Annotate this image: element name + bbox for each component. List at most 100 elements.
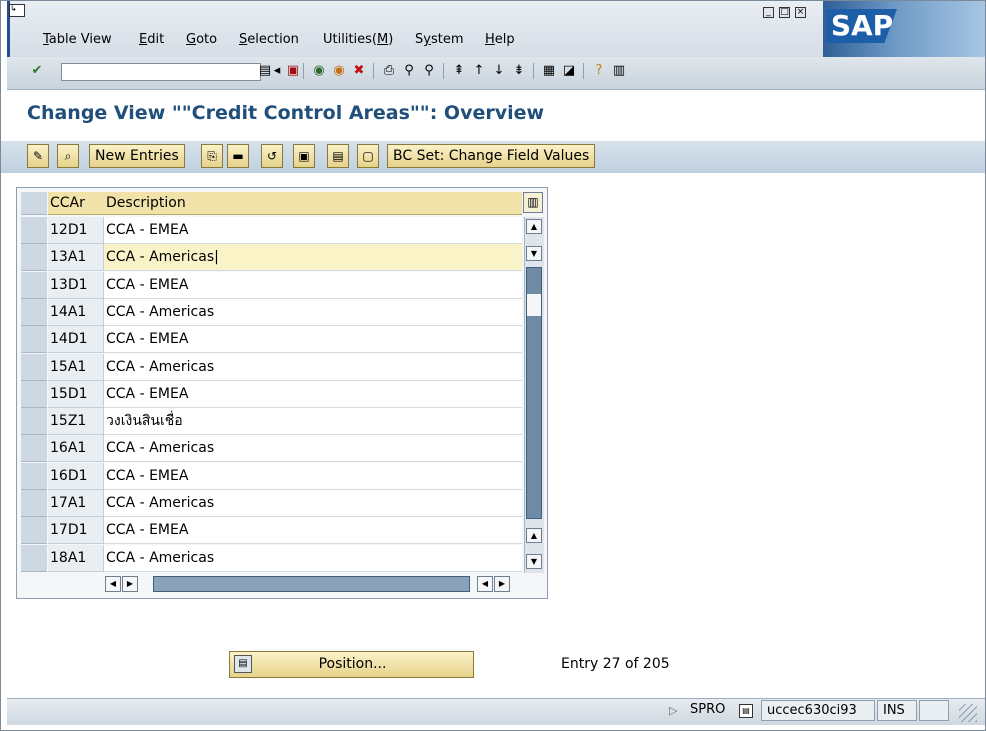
close-icon[interactable]: × <box>795 7 806 18</box>
page-up-icon[interactable]: ▲ <box>526 528 542 543</box>
cell-ccar: 14D1 <box>48 326 104 354</box>
layout-menu-icon[interactable]: ▥ <box>611 63 627 79</box>
menu-system[interactable]: System <box>415 32 464 47</box>
display-change-icon[interactable]: ✎ <box>27 144 49 168</box>
position-button[interactable]: ▤ Position... <box>229 651 474 678</box>
row-selector[interactable] <box>21 435 47 463</box>
cell-description[interactable]: CCA - EMEA <box>104 326 522 354</box>
menu-edit[interactable]: Edit <box>139 32 164 47</box>
status-toggle-icon[interactable]: ▷ <box>669 704 677 717</box>
create-session-icon[interactable]: ▦ <box>541 63 557 79</box>
cell-description[interactable]: CCA - EMEA <box>104 517 522 545</box>
scroll-left-icon[interactable]: ◀ <box>105 576 121 592</box>
cell-ccar: 15A1 <box>48 353 104 381</box>
table-settings-icon[interactable]: ▥ <box>523 192 543 213</box>
print-icon[interactable]: ⎙ <box>381 63 397 79</box>
page-down-icon[interactable]: ▼ <box>526 246 542 261</box>
next-page-icon[interactable]: ↓ <box>491 63 507 79</box>
row-selector[interactable] <box>21 544 47 572</box>
cell-description[interactable]: CCA - EMEA <box>104 217 522 244</box>
help-icon[interactable]: ? <box>591 63 607 79</box>
menu-selection[interactable]: Selection <box>239 32 299 47</box>
maximize-icon[interactable]: □ <box>779 7 790 18</box>
other-view-icon[interactable]: ⌕ <box>57 144 79 168</box>
cell-ccar: 15Z1 <box>48 408 104 436</box>
menu-mnemonic: S <box>239 32 248 47</box>
select-block-icon[interactable]: ▤ <box>327 144 349 168</box>
cell-description[interactable]: CCA - Americas <box>104 298 522 326</box>
horizontal-scrollbar[interactable] <box>153 576 470 592</box>
find-icon[interactable]: ⚲ <box>401 63 417 79</box>
toolbar-separator <box>303 63 304 79</box>
arrow-left-icon[interactable]: ◂ <box>269 63 285 79</box>
cell-description[interactable]: CCA - EMEA <box>104 380 522 408</box>
first-page-icon[interactable]: ⇞ <box>451 63 467 79</box>
row-selector[interactable] <box>21 353 47 381</box>
previous-page-icon[interactable]: ↑ <box>471 63 487 79</box>
menu-mnemonic: E <box>139 32 148 47</box>
select-all-icon[interactable]: ▣ <box>293 144 315 168</box>
back-icon[interactable]: ◉ <box>311 63 327 79</box>
scroll-up-icon[interactable]: ▲ <box>526 219 542 234</box>
sap-window: ↳ Table View Edit Goto Selection Utiliti… <box>0 0 986 731</box>
deselect-all-icon[interactable]: ▢ <box>357 144 379 168</box>
new-entries-button[interactable]: New Entries <box>89 144 185 168</box>
delete-icon[interactable]: ▬ <box>227 144 249 168</box>
row-selector[interactable] <box>21 217 47 244</box>
toolbar-separator <box>443 63 444 79</box>
status-mode[interactable]: INS <box>877 700 917 721</box>
menu-utilities[interactable]: Utilities(M) <box>323 32 393 47</box>
toolbar-separator <box>373 63 374 79</box>
row-selector[interactable] <box>21 408 47 436</box>
cell-description[interactable]: CCA - EMEA <box>104 462 522 490</box>
system-menu-icon[interactable]: ↳ <box>9 4 25 17</box>
cell-description[interactable]: CCA - Americas <box>104 490 522 517</box>
copy-as-icon[interactable]: ⎘ <box>201 144 223 168</box>
cell-description[interactable]: CCA - Americas <box>104 353 522 381</box>
system-info-icon[interactable]: ▤ <box>739 704 753 718</box>
column-header-ccar[interactable]: CCAr <box>48 192 104 215</box>
menu-goto[interactable]: Goto <box>186 32 217 47</box>
cell-description[interactable]: CCA - Americas| <box>104 244 522 272</box>
row-selector[interactable] <box>21 326 47 354</box>
row-selector[interactable] <box>21 517 47 545</box>
row-selector[interactable] <box>21 244 47 272</box>
scroll-right-icon[interactable]: ▶ <box>122 576 138 592</box>
cell-ccar: 17D1 <box>48 517 104 545</box>
cell-ccar: 17A1 <box>48 490 104 517</box>
cell-ccar: 18A1 <box>48 544 104 572</box>
resize-grip-icon[interactable] <box>959 704 977 722</box>
cell-description[interactable]: CCA - EMEA <box>104 271 522 299</box>
scroll-down-icon[interactable]: ▼ <box>526 554 542 569</box>
menu-help[interactable]: Help <box>485 32 515 47</box>
minimize-icon[interactable]: _ <box>763 7 774 18</box>
column-header-description[interactable]: Description <box>104 192 522 215</box>
scroll-left-icon[interactable]: ◀ <box>477 576 493 592</box>
status-transaction: SPRO <box>690 702 726 717</box>
row-selector[interactable] <box>21 462 47 490</box>
cell-description[interactable]: CCA - Americas <box>104 435 522 463</box>
save-icon[interactable]: ▣ <box>285 63 301 79</box>
last-page-icon[interactable]: ⇟ <box>511 63 527 79</box>
shortcut-icon[interactable]: ◪ <box>561 63 577 79</box>
status-server: uccec630ci93 <box>761 700 875 721</box>
command-field[interactable] <box>61 63 261 81</box>
scroll-right-icon[interactable]: ▶ <box>494 576 510 592</box>
cell-description[interactable]: CCA - Americas <box>104 544 522 572</box>
bc-set-button[interactable]: BC Set: Change Field Values <box>387 144 596 168</box>
select-all-rows[interactable] <box>21 192 47 215</box>
exit-icon[interactable]: ◉ <box>331 63 347 79</box>
row-selector[interactable] <box>21 298 47 326</box>
entry-counter: Entry 27 of 205 <box>561 656 670 672</box>
row-selector[interactable] <box>21 490 47 517</box>
text-caret: | <box>214 249 219 266</box>
toolbar-separator <box>533 63 534 79</box>
row-selector[interactable] <box>21 380 47 408</box>
menu-table-view[interactable]: Table View <box>43 32 112 47</box>
enter-icon[interactable]: ✔ <box>29 63 45 79</box>
cell-description[interactable]: วงเงินสินเชื่อ <box>104 408 522 436</box>
row-selector[interactable] <box>21 271 47 299</box>
find-next-icon[interactable]: ⚲ <box>421 63 437 79</box>
cancel-icon[interactable]: ✖ <box>351 63 367 79</box>
undo-change-icon[interactable]: ↺ <box>261 144 283 168</box>
